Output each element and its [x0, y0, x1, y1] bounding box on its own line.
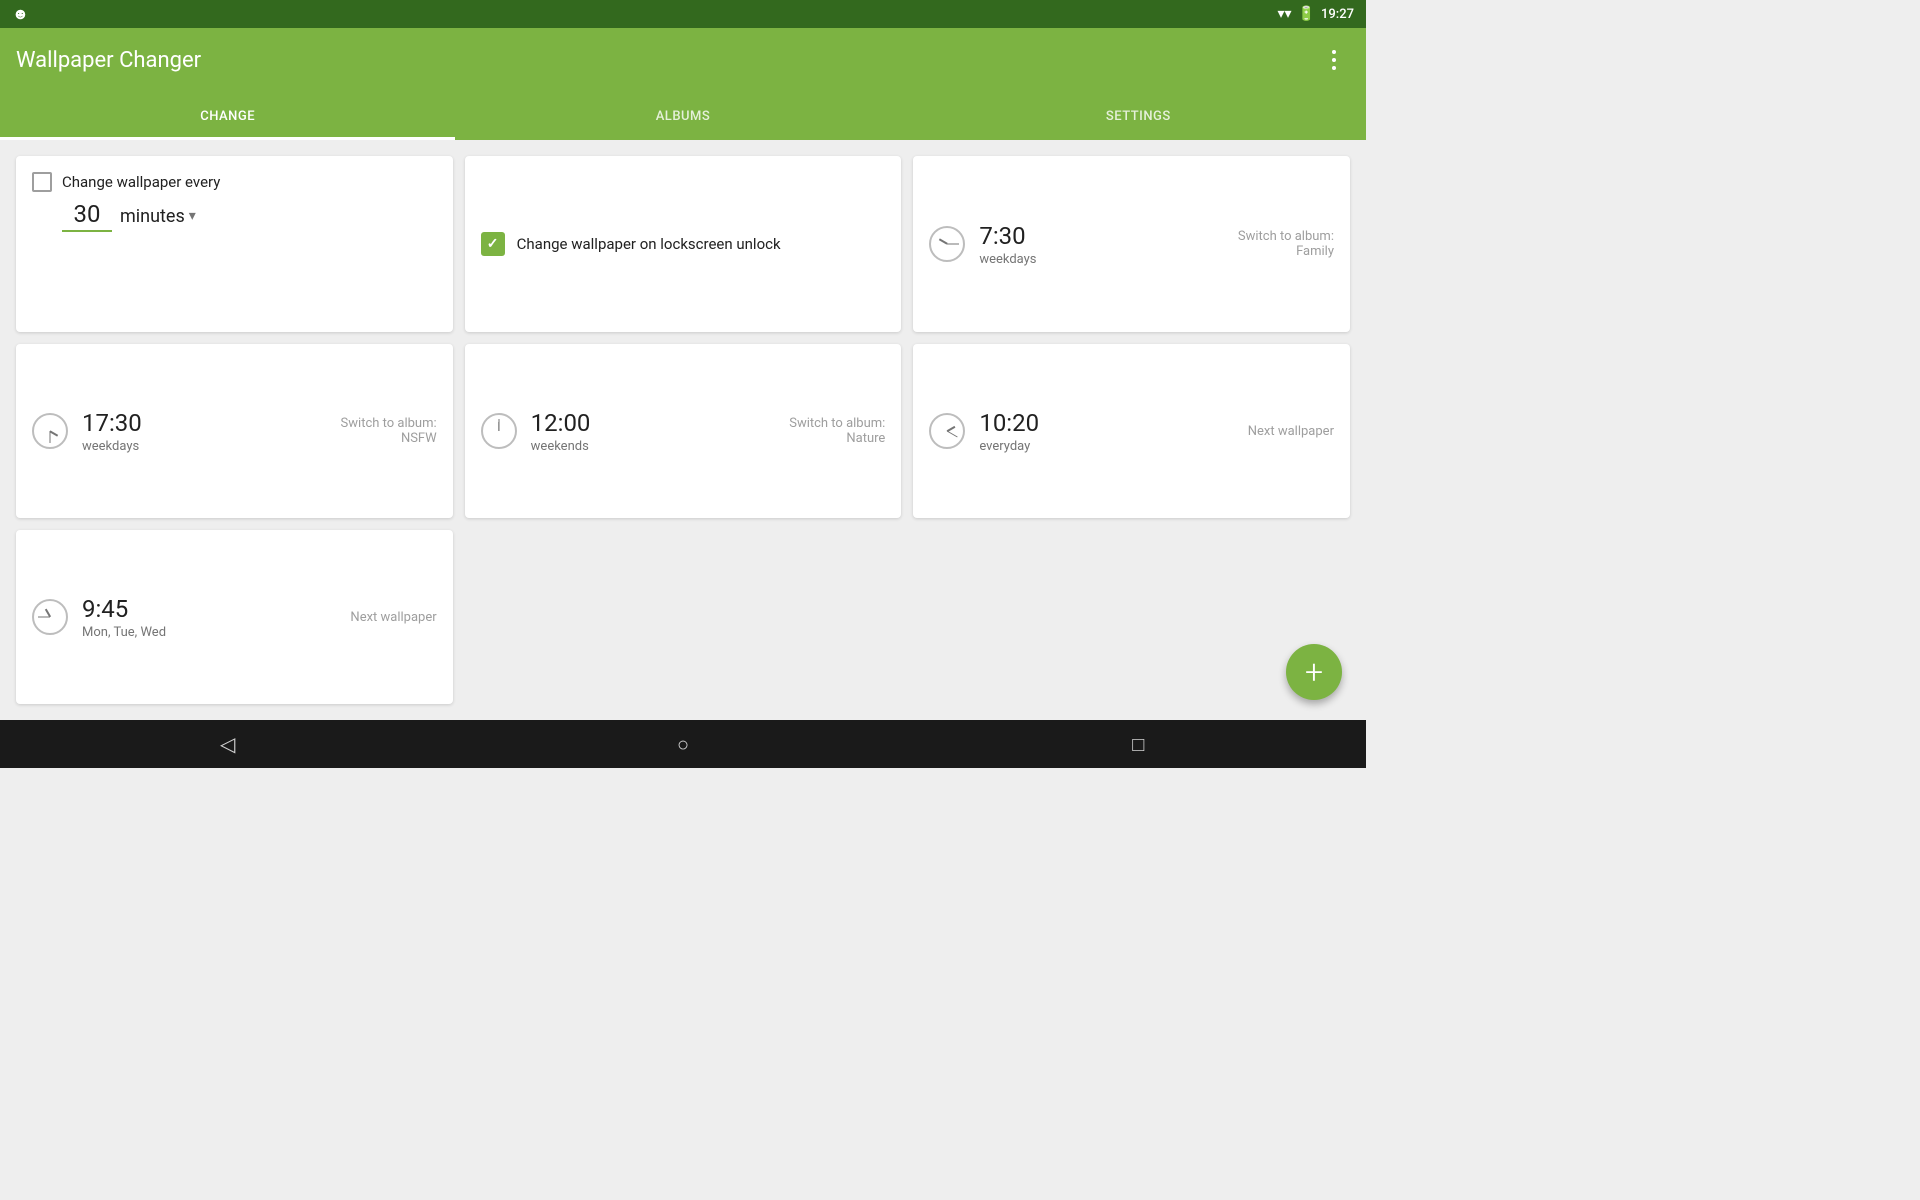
card-change-wallpaper[interactable]: Change wallpaper every 30 minutes ▾	[16, 156, 453, 332]
dot3	[1332, 66, 1336, 70]
battery-icon: 🔋	[1298, 6, 1315, 22]
card-lockscreen[interactable]: ✓ Change wallpaper on lockscreen unlock	[465, 156, 902, 332]
schedule-time-2: 12:00	[531, 409, 776, 437]
interval-unit-label: minutes	[120, 206, 185, 227]
schedule-action-3: Next wallpaper	[1248, 424, 1334, 439]
schedule-time-1: 17:30	[82, 409, 327, 437]
home-icon: ○	[677, 732, 689, 757]
schedule-action-1: Switch to album: NSFW	[341, 416, 437, 446]
plus-icon: +	[1305, 656, 1323, 688]
card-schedule-3[interactable]: 10:20 everyday Next wallpaper	[913, 344, 1350, 518]
schedule-time-0: 7:30	[979, 222, 1224, 250]
recent-button[interactable]: □	[1114, 720, 1162, 768]
schedule-days-1: weekdays	[82, 439, 327, 454]
card-schedule-4[interactable]: 9:45 Mon, Tue, Wed Next wallpaper	[16, 530, 453, 704]
home-button[interactable]: ○	[659, 720, 707, 768]
schedule-time-3: 10:20	[979, 409, 1233, 437]
schedule-days-3: everyday	[979, 439, 1233, 454]
tab-albums[interactable]: ALBUMS	[455, 92, 910, 140]
schedule-info-0: 7:30 weekdays	[979, 222, 1224, 267]
nav-bar: ◁ ○ □	[0, 720, 1366, 768]
lockscreen-checkbox[interactable]: ✓	[481, 232, 505, 256]
schedule-days-4: Mon, Tue, Wed	[82, 625, 336, 640]
add-schedule-fab[interactable]: +	[1286, 644, 1342, 700]
clock-icon-2	[481, 413, 517, 449]
clock-min-hand-0	[947, 244, 959, 245]
clock-min-hand-3	[947, 431, 958, 438]
status-bar: ☻ ▾▾ 🔋 19:27	[0, 0, 1366, 28]
change-wallpaper-checkbox[interactable]	[32, 172, 52, 192]
clock-icon-0	[929, 226, 965, 262]
interval-value[interactable]: 30	[62, 200, 112, 232]
wifi-icon: ▾▾	[1278, 6, 1292, 22]
schedule-days-2: weekends	[531, 439, 776, 454]
app-title: Wallpaper Changer	[16, 48, 201, 73]
app-bar: Wallpaper Changer	[0, 28, 1366, 92]
schedule-action-label-2: Switch to album:	[789, 416, 885, 431]
schedule-time-4: 9:45	[82, 595, 336, 623]
schedule-action-label-0: Switch to album:	[1238, 229, 1334, 244]
interval-row: 30 minutes ▾	[32, 200, 196, 232]
schedule-action-label-3: Next wallpaper	[1248, 424, 1334, 439]
interval-unit-dropdown[interactable]: minutes ▾	[120, 206, 196, 227]
checkmark-icon: ✓	[487, 236, 499, 252]
clock-min-hand-4	[38, 617, 50, 618]
schedule-album-0: Family	[1238, 244, 1334, 259]
main-content: Change wallpaper every 30 minutes ▾ ✓ Ch…	[0, 140, 1366, 720]
schedule-action-4: Next wallpaper	[350, 610, 436, 625]
tab-settings[interactable]: SETTINGS	[911, 92, 1366, 140]
schedule-album-1: NSFW	[341, 431, 437, 446]
back-icon: ◁	[220, 732, 235, 756]
change-wallpaper-label: Change wallpaper every	[62, 173, 220, 191]
dot2	[1332, 58, 1336, 62]
overflow-menu-button[interactable]	[1318, 44, 1350, 76]
clock-icon-4	[32, 599, 68, 635]
schedule-info-1: 17:30 weekdays	[82, 409, 327, 454]
card-schedule-2[interactable]: 12:00 weekends Switch to album: Nature	[465, 344, 902, 518]
clock-min-hand-2	[498, 419, 499, 431]
back-button[interactable]: ◁	[204, 720, 252, 768]
card-schedule-1[interactable]: 17:30 weekdays Switch to album: NSFW	[16, 344, 453, 518]
schedule-album-2: Nature	[789, 431, 885, 446]
schedule-action-0: Switch to album: Family	[1238, 229, 1334, 259]
recent-icon: □	[1132, 732, 1144, 757]
clock-icon-1	[32, 413, 68, 449]
android-icon: ☻	[12, 4, 29, 24]
tab-bar: CHANGE ALBUMS SETTINGS	[0, 92, 1366, 140]
schedule-action-label-4: Next wallpaper	[350, 610, 436, 625]
clock-min-hand-1	[50, 431, 51, 443]
dropdown-arrow-icon: ▾	[189, 208, 196, 224]
schedule-action-2: Switch to album: Nature	[789, 416, 885, 446]
schedule-info-2: 12:00 weekends	[531, 409, 776, 454]
clock-icon-3	[929, 413, 965, 449]
lockscreen-label: Change wallpaper on lockscreen unlock	[517, 235, 781, 253]
status-time: 19:27	[1321, 7, 1354, 22]
schedule-info-4: 9:45 Mon, Tue, Wed	[82, 595, 336, 640]
change-wallpaper-row: Change wallpaper every	[32, 172, 220, 192]
clock-hour-hand-1	[50, 430, 59, 436]
dot1	[1332, 50, 1336, 54]
schedule-action-label-1: Switch to album:	[341, 416, 437, 431]
tab-change[interactable]: CHANGE	[0, 92, 455, 140]
schedule-days-0: weekdays	[979, 252, 1224, 267]
card-schedule-0[interactable]: 7:30 weekdays Switch to album: Family	[913, 156, 1350, 332]
schedule-info-3: 10:20 everyday	[979, 409, 1233, 454]
